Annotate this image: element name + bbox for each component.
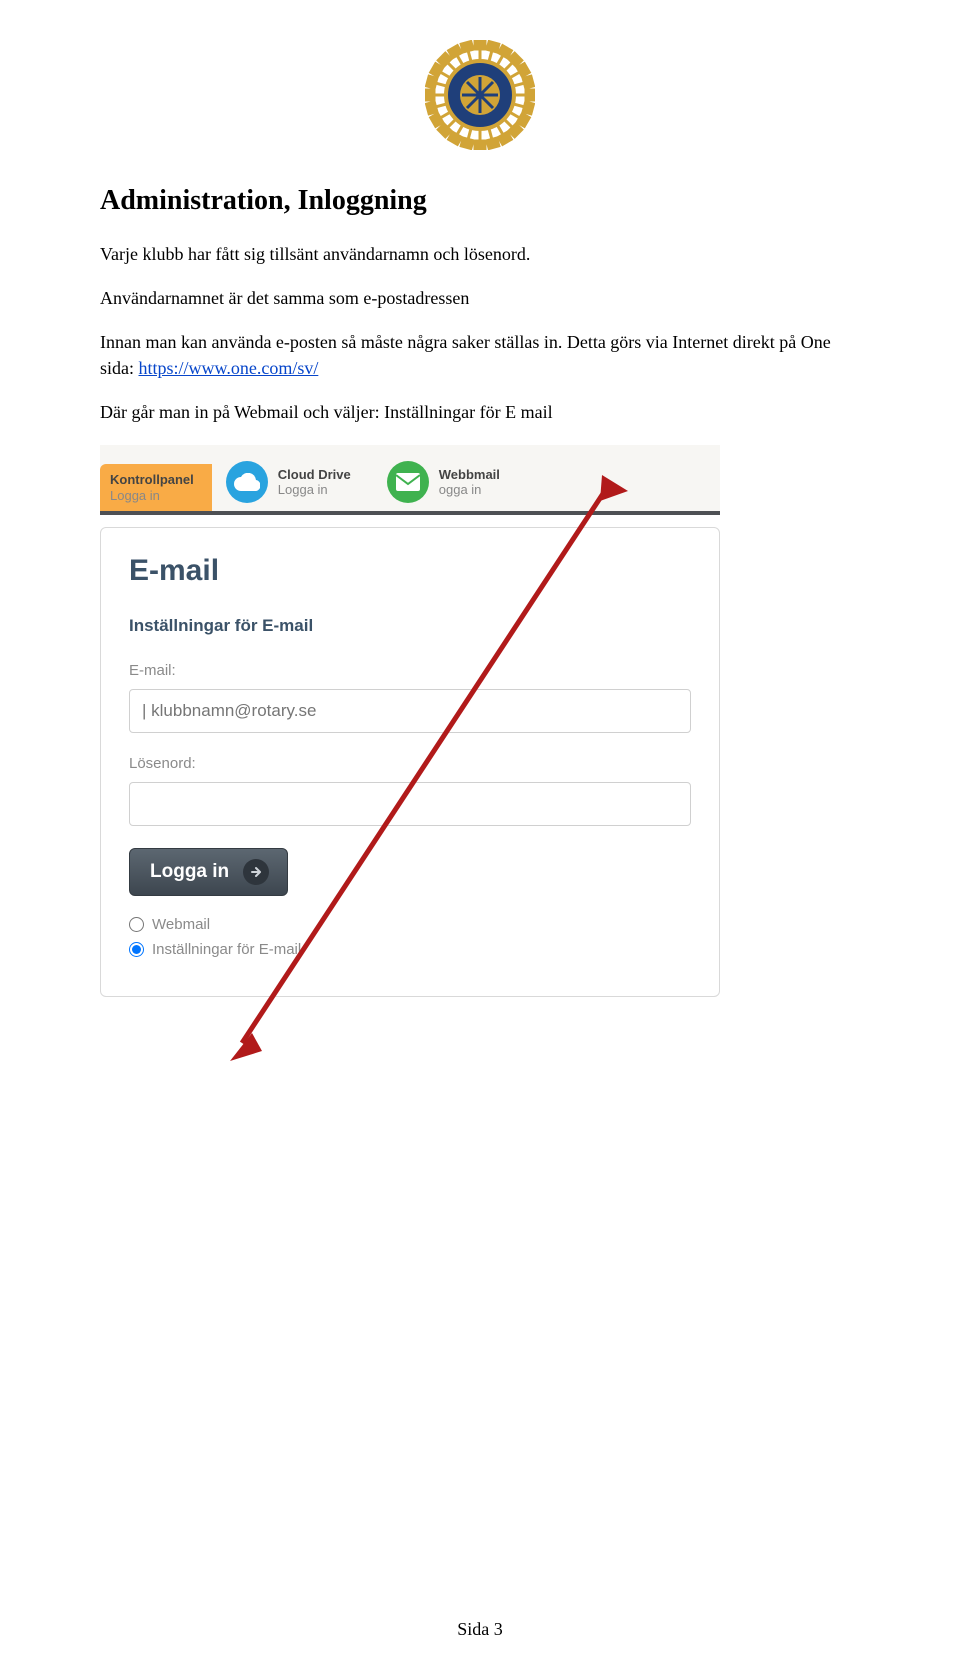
tab-kontrollpanel[interactable]: Kontrollpanel Logga in bbox=[100, 464, 212, 511]
screenshot-embed: Kontrollpanel Logga in Cloud Drive Logga… bbox=[100, 445, 720, 997]
paragraph-2: Användarnamnet är det samma som e-postad… bbox=[100, 285, 860, 311]
panel-subtitle: Inställningar för E-mail bbox=[129, 616, 691, 636]
radio-settings[interactable]: Inställningar för E-mail bbox=[129, 941, 691, 958]
panel-title: E-mail bbox=[129, 554, 691, 588]
password-field[interactable] bbox=[129, 782, 691, 826]
arrow-right-icon bbox=[243, 859, 269, 885]
paragraph-1: Varje klubb har fått sig tillsänt använd… bbox=[100, 241, 860, 267]
tab-webmail-title: Webbmail bbox=[439, 467, 500, 483]
email-panel: E-mail Inställningar för E-mail E-mail: … bbox=[100, 527, 720, 997]
mail-icon bbox=[387, 461, 429, 503]
radio-settings-label: Inställningar för E-mail bbox=[152, 941, 301, 958]
cloud-icon bbox=[226, 461, 268, 503]
one-link[interactable]: https://www.one.com/sv/ bbox=[139, 358, 319, 378]
login-button-label: Logga in bbox=[150, 861, 229, 883]
email-value: | klubbnamn@rotary.se bbox=[142, 701, 316, 721]
rotary-logo bbox=[100, 40, 860, 155]
email-field[interactable]: | klubbnamn@rotary.se bbox=[129, 689, 691, 733]
page-heading: Administration, Inloggning bbox=[100, 185, 860, 217]
radio-webmail-input[interactable] bbox=[129, 917, 144, 932]
top-tabs-bar: Kontrollpanel Logga in Cloud Drive Logga… bbox=[100, 445, 720, 515]
login-button[interactable]: Logga in bbox=[129, 848, 288, 896]
password-label: Lösenord: bbox=[129, 755, 691, 772]
radio-webmail[interactable]: Webmail bbox=[129, 916, 691, 933]
tab-cloud-sub: Logga in bbox=[278, 482, 351, 498]
email-label: E-mail: bbox=[129, 662, 691, 679]
tab-kontrollpanel-title: Kontrollpanel bbox=[110, 472, 194, 488]
radio-webmail-label: Webmail bbox=[152, 916, 210, 933]
paragraph-4: Där går man in på Webmail och väljer: In… bbox=[100, 399, 860, 425]
tab-webmail[interactable]: Webbmail ogga in bbox=[373, 453, 522, 511]
paragraph-3: Innan man kan använda e-posten så måste … bbox=[100, 329, 860, 381]
tab-webmail-sub: ogga in bbox=[439, 482, 500, 498]
tab-cloud-title: Cloud Drive bbox=[278, 467, 351, 483]
tab-kontrollpanel-sub: Logga in bbox=[110, 488, 194, 504]
page-footer: Sida 3 bbox=[0, 1619, 960, 1640]
radio-settings-input[interactable] bbox=[129, 942, 144, 957]
tab-cloud-drive[interactable]: Cloud Drive Logga in bbox=[212, 453, 373, 511]
